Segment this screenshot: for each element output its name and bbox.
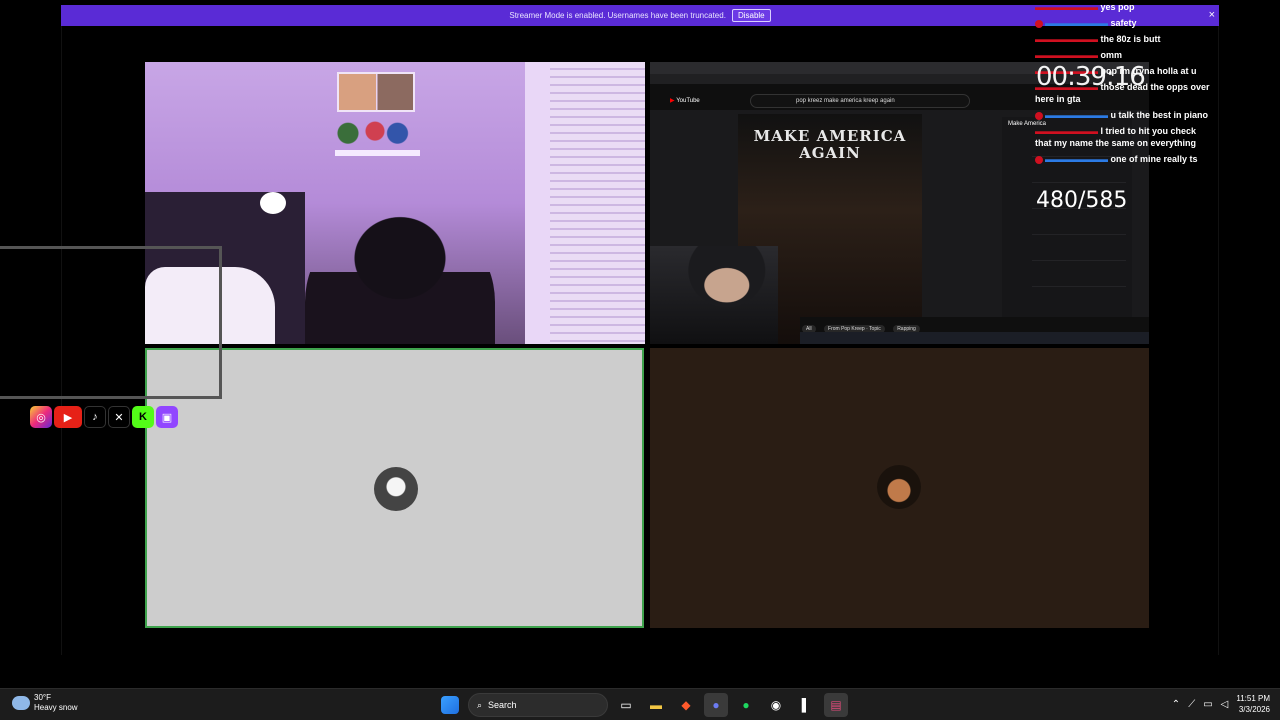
youtube-logo: ▶ YouTube xyxy=(670,98,700,104)
video-tile-avatar[interactable] xyxy=(650,348,1149,628)
video-title-line1: MAKE AMERICA xyxy=(753,127,907,145)
badge-icon xyxy=(1035,155,1043,164)
discord-icon[interactable]: ● xyxy=(704,693,728,717)
social-icons: ◎ ▶ ♪ ✕ K ▣ xyxy=(30,406,178,428)
chat-message: ▬▬▬▬▬▬▬ omm xyxy=(1035,49,1215,61)
avatar xyxy=(877,465,921,509)
playlist-item xyxy=(1032,239,1126,261)
twitch-icon: ▣ xyxy=(156,406,178,428)
chat-username: ▬▬▬▬▬▬▬ xyxy=(1045,110,1108,120)
clock-time: 11:51 PM xyxy=(1236,694,1270,703)
chat-text: one of mine really ts xyxy=(1110,154,1198,164)
video-art-title: MAKE AMERICA AGAIN xyxy=(738,128,922,162)
window-frame xyxy=(525,62,550,344)
chat-message: ▬▬▬▬▬▬▬ u talk the best in piano xyxy=(1035,109,1215,121)
brave-icon[interactable]: ◆ xyxy=(674,693,698,717)
chat-text: safety xyxy=(1110,18,1137,28)
chat-username: ▬▬▬▬▬▬▬ xyxy=(1035,50,1098,60)
instagram-icon: ◎ xyxy=(30,406,52,428)
chat-username: ▬▬▬▬▬▬▬ xyxy=(1035,34,1098,44)
youtube-search-input: pop kreez make america kreep again xyxy=(750,94,970,108)
snow-cloud-icon xyxy=(12,696,30,710)
tiktok-icon: ♪ xyxy=(84,406,106,428)
chat-text: the 80z is butt xyxy=(1100,34,1161,44)
display-icon[interactable]: ▭ xyxy=(1203,699,1212,710)
chat-text: omm xyxy=(1100,50,1123,60)
search-label: Search xyxy=(488,700,517,710)
shared-screen-taskbar xyxy=(800,332,1149,344)
banner-message: Streamer Mode is enabled. Usernames have… xyxy=(509,11,726,20)
obs-icon[interactable]: ◉ xyxy=(764,693,788,717)
stream-timer: 00:39:16 xyxy=(1036,62,1146,92)
x-icon: ✕ xyxy=(108,406,130,428)
chat-message: ▬▬▬▬▬▬▬ I tried to hit you check that my… xyxy=(1035,125,1215,149)
badge-icon xyxy=(1035,111,1043,120)
badge-icon xyxy=(1035,19,1043,28)
shelf-figures xyxy=(330,108,420,150)
streamer-person xyxy=(305,212,495,344)
spotify-icon[interactable]: ● xyxy=(734,693,758,717)
weather-widget[interactable]: 30°F Heavy snow xyxy=(12,693,78,713)
wall-photos xyxy=(337,72,415,112)
chat-text: yes pop xyxy=(1100,2,1135,12)
chevron-up-icon[interactable]: ⌃ xyxy=(1172,699,1180,710)
chat-username: ▬▬▬▬▬▬▬ xyxy=(1035,2,1098,12)
chat-username: ▬▬▬▬▬▬▬ xyxy=(1045,18,1108,28)
webcam-inset xyxy=(650,246,778,344)
youtube-chip-bar: All From Pop Kreep · Topic Rapping xyxy=(800,317,1149,333)
video-title-line2: AGAIN xyxy=(799,144,861,162)
start-icon[interactable] xyxy=(441,696,459,714)
playlist-item xyxy=(1032,265,1126,287)
weather-condition: Heavy snow xyxy=(34,703,78,712)
search-icon: ⌕ xyxy=(477,699,483,710)
chat-message: ▬▬▬▬▬▬▬ safety xyxy=(1035,17,1215,29)
playlist-item xyxy=(1032,213,1126,235)
weather-temperature: 30°F xyxy=(34,693,51,702)
chat-username: ▬▬▬▬▬▬▬ xyxy=(1045,154,1108,164)
overlay-frame xyxy=(0,246,222,399)
system-tray: ⌃ ⟋ ▭ ◁ 11:51 PM 3/3/2026 xyxy=(1172,693,1270,715)
avatar xyxy=(374,467,418,511)
windows-taskbar: 30°F Heavy snow ⌕ Search ▭ ▬ ◆ ● ● ◉ ▌ ▤… xyxy=(0,688,1280,720)
youtube-logo-text: YouTube xyxy=(676,98,700,104)
volume-icon[interactable]: ◁ xyxy=(1221,699,1229,710)
chat-message: ▬▬▬▬▬▬▬ one of mine really ts xyxy=(1035,153,1215,165)
taskbar-apps: ⌕ Search ▭ ▬ ◆ ● ● ◉ ▌ ▤ xyxy=(438,693,848,717)
task-view-icon[interactable]: ▭ xyxy=(614,693,638,717)
chat-message: ▬▬▬▬▬▬▬ the 80z is butt xyxy=(1035,33,1215,45)
taskbar-search[interactable]: ⌕ Search xyxy=(468,693,608,717)
clock-date: 3/3/2026 xyxy=(1238,705,1270,714)
audio-app-icon[interactable]: ▌ xyxy=(794,693,818,717)
goal-counter: 480/585 xyxy=(1036,188,1128,213)
youtube-icon: ▶ xyxy=(54,406,82,428)
window-shutters xyxy=(550,62,645,344)
plush-toy xyxy=(260,192,286,214)
disable-streamer-mode-button[interactable]: Disable xyxy=(731,9,771,22)
clock[interactable]: 11:51 PM 3/3/2026 xyxy=(1236,693,1270,715)
chat-username: ▬▬▬▬▬▬▬ xyxy=(1035,126,1098,136)
network-icon[interactable]: ⟋ xyxy=(1188,699,1195,710)
file-explorer-icon[interactable]: ▬ xyxy=(644,693,668,717)
chat-text: u talk the best in piano xyxy=(1110,110,1209,120)
app-icon[interactable]: ▤ xyxy=(824,693,848,717)
kick-icon: K xyxy=(132,406,154,428)
chat-message: ▬▬▬▬▬▬▬ yes pop xyxy=(1035,1,1215,13)
wall-shelf xyxy=(335,150,420,156)
